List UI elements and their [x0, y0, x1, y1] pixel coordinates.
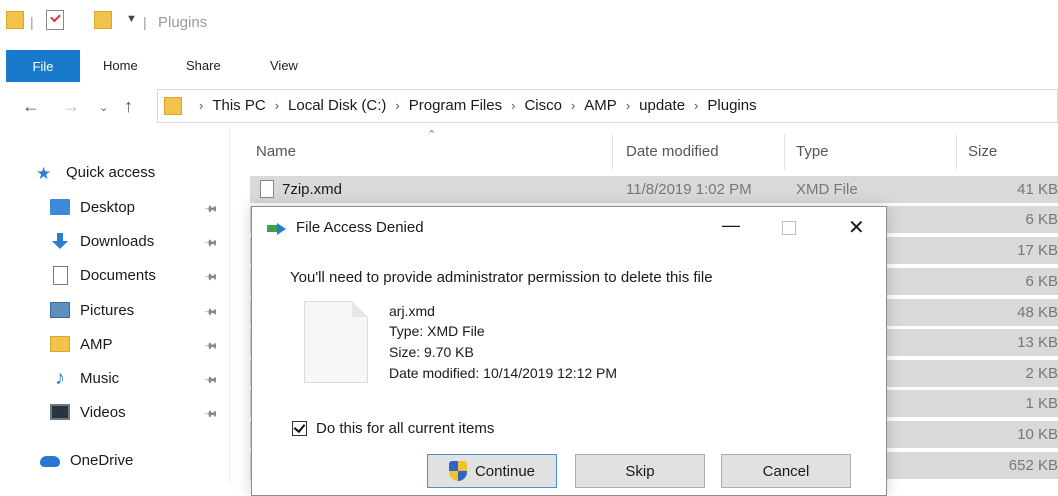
- move-file-icon: [267, 223, 287, 235]
- sidebar-item-label: AMP: [80, 335, 113, 353]
- maximize-button[interactable]: [782, 221, 796, 235]
- navigation-pane: ★ Quick access Desktop 🖈 Downloads 🖈 Doc…: [0, 128, 240, 483]
- column-divider[interactable]: [612, 134, 613, 170]
- column-header-name[interactable]: Name: [256, 143, 296, 160]
- breadcrumb-program-files[interactable]: Program Files: [409, 97, 502, 114]
- apply-to-all-label[interactable]: Do this for all current items: [316, 420, 494, 437]
- column-header-type[interactable]: Type: [796, 143, 829, 160]
- new-folder-icon[interactable]: [94, 11, 112, 29]
- sidebar-item-label: Documents: [80, 266, 156, 284]
- back-arrow-icon[interactable]: ←: [22, 96, 40, 117]
- sidebar-item-label: Pictures: [80, 301, 135, 319]
- column-divider[interactable]: [784, 134, 785, 170]
- close-button[interactable]: ✕: [848, 215, 865, 240]
- video-icon: [50, 404, 70, 420]
- star-icon: ★: [36, 164, 52, 183]
- file-date-modified: 11/8/2019 1:02 PM: [626, 181, 752, 198]
- uac-shield-icon: [448, 461, 467, 481]
- sidebar-item-label: Videos: [80, 403, 126, 421]
- breadcrumb-this-pc[interactable]: This PC: [212, 97, 265, 114]
- file-size: 10 KB: [1017, 426, 1058, 443]
- pictures-icon: [50, 302, 70, 318]
- folder-icon: [164, 97, 182, 115]
- document-icon: [53, 265, 68, 285]
- file-info-size: Size: 9.70 KB: [389, 344, 474, 360]
- tab-home[interactable]: Home: [103, 58, 138, 73]
- file-size: 48 KB: [1017, 304, 1058, 321]
- skip-button-label: Skip: [625, 462, 655, 480]
- breadcrumb-separator: ›: [625, 98, 631, 113]
- title-bar: | ▼ | Plugins: [0, 0, 1058, 46]
- folder-icon: [50, 336, 70, 352]
- file-info-type: Type: XMD File: [389, 323, 485, 339]
- breadcrumb-local-disk[interactable]: Local Disk (C:): [288, 97, 386, 114]
- folder-icon[interactable]: [6, 11, 24, 29]
- up-arrow-icon[interactable]: ↑: [124, 96, 133, 117]
- file-type: XMD File: [796, 181, 858, 198]
- apply-to-all-checkbox[interactable]: [292, 421, 307, 436]
- cancel-button-label: Cancel: [762, 462, 810, 480]
- window-title: Plugins: [158, 14, 208, 31]
- tab-file[interactable]: File: [6, 50, 80, 82]
- breadcrumb-separator: ›: [570, 98, 576, 113]
- file-info-name: arj.xmd: [389, 303, 435, 319]
- breadcrumb-cisco[interactable]: Cisco: [524, 97, 562, 114]
- breadcrumb-separator: ›: [694, 98, 699, 113]
- file-size: 652 KB: [1008, 457, 1058, 474]
- music-note-icon: ♪: [55, 367, 65, 389]
- recent-locations-chevron-icon[interactable]: ⌄: [99, 101, 108, 114]
- sidebar-item-label: Music: [80, 369, 120, 387]
- file-size: 6 KB: [1025, 273, 1058, 290]
- tab-share[interactable]: Share: [186, 58, 221, 73]
- file-name: 7zip.xmd: [282, 181, 343, 198]
- cloud-icon: [40, 456, 60, 467]
- sidebar-item-label: Desktop: [80, 198, 136, 216]
- breadcrumb-update[interactable]: update: [639, 97, 685, 114]
- sidebar-item-label: OneDrive: [70, 451, 134, 469]
- file-icon: [304, 301, 368, 383]
- sidebar-item-label: Quick access: [66, 163, 156, 181]
- breadcrumb: › This PC › Local Disk (C:) › Program Fi…: [190, 97, 757, 114]
- file-size: 17 KB: [1017, 242, 1058, 259]
- file-icon: [260, 180, 274, 198]
- sort-ascending-icon: ⌃: [427, 129, 437, 141]
- toolbar-separator: |: [143, 14, 147, 30]
- ribbon: [0, 46, 1058, 86]
- file-info-date-modified: Date modified: 10/14/2019 12:12 PM: [389, 365, 618, 381]
- sidebar-item-onedrive[interactable]: OneDrive: [40, 448, 240, 472]
- dialog-title: File Access Denied: [296, 219, 424, 236]
- pane-divider: [229, 128, 230, 483]
- breadcrumb-plugins[interactable]: Plugins: [707, 97, 756, 114]
- customize-toolbar-arrow-icon[interactable]: ▼: [126, 13, 137, 25]
- file-size: 2 KB: [1025, 365, 1058, 382]
- sidebar-item-label: Downloads: [80, 232, 155, 250]
- properties-icon[interactable]: [46, 10, 64, 30]
- breadcrumb-separator: ›: [199, 98, 204, 113]
- breadcrumb-separator: ›: [274, 98, 280, 113]
- minimize-button[interactable]: —: [722, 215, 740, 236]
- file-size: 1 KB: [1025, 395, 1058, 412]
- forward-arrow-icon[interactable]: →: [62, 96, 80, 117]
- file-access-denied-dialog: File Access Denied — ✕ You'll need to pr…: [251, 206, 887, 496]
- desktop-icon: [50, 199, 70, 215]
- download-arrow-icon: [50, 233, 70, 249]
- breadcrumb-amp[interactable]: AMP: [584, 97, 617, 114]
- address-bar[interactable]: › This PC › Local Disk (C:) › Program Fi…: [157, 89, 1058, 123]
- column-header-date-modified[interactable]: Date modified: [626, 143, 719, 160]
- continue-button-label: Continue: [474, 462, 536, 480]
- dialog-message: You'll need to provide administrator per…: [290, 269, 713, 286]
- file-size: 13 KB: [1017, 334, 1058, 351]
- toolbar-separator: |: [30, 14, 34, 30]
- breadcrumb-separator: ›: [395, 98, 400, 113]
- table-row[interactable]: 7zip.xmd 11/8/2019 1:02 PM XMD File 41 K…: [250, 176, 1058, 203]
- tab-view[interactable]: View: [270, 58, 298, 73]
- breadcrumb-separator: ›: [511, 98, 516, 113]
- sidebar-item-quick-access[interactable]: ★ Quick access: [36, 160, 240, 184]
- file-size: 41 KB: [1017, 181, 1058, 198]
- file-size: 6 KB: [1025, 211, 1058, 228]
- column-divider[interactable]: [956, 134, 957, 170]
- column-header-size[interactable]: Size: [968, 143, 997, 160]
